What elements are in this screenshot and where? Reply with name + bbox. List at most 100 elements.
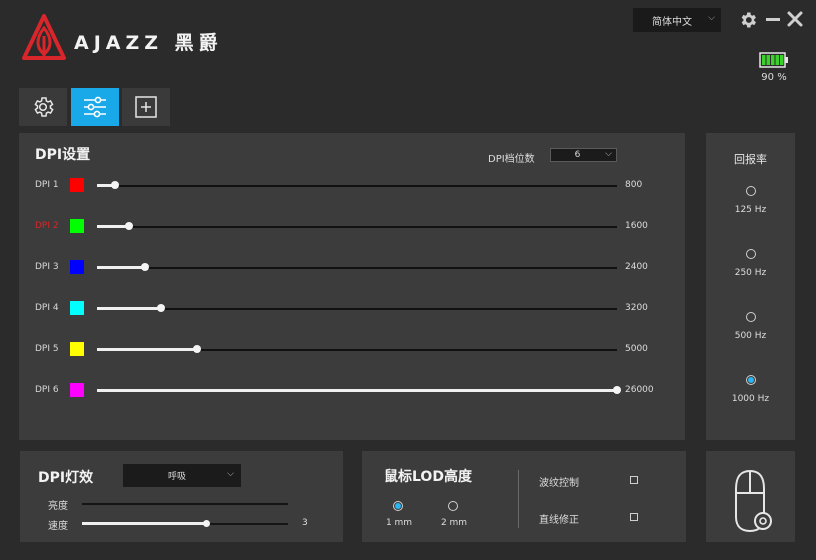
battery-cell — [766, 55, 770, 65]
dpi-levels-value: 6 — [574, 150, 581, 160]
close-icon[interactable] — [786, 10, 804, 28]
dpi-value: 3200 — [625, 303, 648, 313]
speed-value: 3 — [302, 518, 308, 528]
sliders-icon — [84, 96, 106, 118]
dpi-slider-fill — [97, 389, 617, 392]
brightness-label: 亮度 — [48, 501, 68, 512]
battery-cell — [771, 55, 775, 65]
minimize-button[interactable] — [766, 18, 780, 21]
mouse-settings-icon[interactable] — [730, 469, 774, 533]
lod-panel: 鼠标LOD高度 1 mm 2 mm 波纹控制 直线修正 — [362, 451, 686, 542]
plus-square-icon — [135, 96, 157, 118]
dpi-slider[interactable] — [97, 226, 617, 228]
dpi-label[interactable]: DPI 2 — [35, 221, 59, 231]
speed-slider-handle[interactable] — [203, 520, 210, 527]
speed-fill — [82, 522, 206, 525]
dpi-slider-handle[interactable] — [157, 304, 165, 312]
effect-mode-value: 呼吸 — [167, 472, 186, 482]
dpi-effect-title: DPI灯效 — [38, 470, 94, 486]
dpi-color-swatch[interactable] — [70, 383, 84, 397]
device-panel — [706, 451, 795, 542]
report-rate-label: 500 Hz — [734, 331, 767, 341]
report-rate-radio[interactable] — [746, 312, 756, 322]
dpi-slider-handle[interactable] — [193, 345, 201, 353]
report-rate-option-1000hz[interactable]: 1000 Hz — [706, 375, 795, 411]
language-select[interactable]: 简体中文 ⌵ — [633, 8, 721, 32]
ripple-control-checkbox[interactable] — [630, 476, 638, 484]
dpi-label[interactable]: DPI 5 — [35, 344, 59, 354]
dpi-color-swatch[interactable] — [70, 260, 84, 274]
lod-option-1mm[interactable]: 1 mm — [379, 501, 419, 531]
chevron-down-icon: ⌵ — [227, 469, 234, 479]
ajazz-logo-icon — [22, 14, 66, 60]
report-rate-label: 125 Hz — [734, 205, 767, 215]
dpi-slider-handle[interactable] — [141, 263, 149, 271]
dpi-row-4: DPI 4 3200 — [19, 299, 685, 319]
dpi-settings-panel: DPI设置 DPI档位数 6 ⌵ DPI 1 800 DPI 2 1600 DPI 3 2… — [19, 133, 685, 440]
brightness-slider[interactable] — [82, 503, 288, 505]
dpi-levels-label: DPI档位数 — [488, 154, 535, 165]
dpi-effect-panel: DPI灯效 呼吸 ⌵ 亮度 速度 3 — [20, 451, 343, 542]
dpi-slider-fill — [97, 307, 161, 310]
speed-label: 速度 — [48, 521, 68, 532]
dpi-row-6: DPI 6 26000 — [19, 381, 685, 401]
dpi-row-1: DPI 1 800 — [19, 176, 685, 196]
dpi-row-2: DPI 2 1600 — [19, 217, 685, 237]
report-rate-title: 回报率 — [734, 153, 767, 166]
lod-radio-1mm[interactable] — [393, 501, 403, 511]
report-rate-radio[interactable] — [746, 375, 756, 385]
dpi-label[interactable]: DPI 1 — [35, 180, 59, 190]
dpi-label[interactable]: DPI 4 — [35, 303, 59, 313]
tab-settings[interactable] — [19, 88, 67, 126]
report-rate-option-250hz[interactable]: 250 Hz — [706, 249, 795, 285]
dpi-row-3: DPI 3 2400 — [19, 258, 685, 278]
lod-label-2mm: 2 mm — [440, 518, 468, 528]
straight-correction-checkbox[interactable] — [630, 513, 638, 521]
report-rate-radio[interactable] — [746, 249, 756, 259]
dpi-label[interactable]: DPI 3 — [35, 262, 59, 272]
report-rate-radio[interactable] — [746, 186, 756, 196]
dpi-slider-handle[interactable] — [125, 222, 133, 230]
dpi-row-5: DPI 5 5000 — [19, 340, 685, 360]
lod-option-2mm[interactable]: 2 mm — [434, 501, 474, 531]
dpi-value: 26000 — [625, 385, 654, 395]
language-value: 简体中文 — [652, 16, 692, 28]
dpi-value: 1600 — [625, 221, 648, 231]
brand-name: AJAZZ 黑爵 — [74, 32, 223, 54]
dpi-slider[interactable] — [97, 185, 617, 187]
dpi-label[interactable]: DPI 6 — [35, 385, 59, 395]
battery-cell — [780, 55, 784, 65]
battery-icon — [759, 52, 788, 68]
dpi-slider-handle[interactable] — [111, 181, 119, 189]
gear-icon[interactable] — [738, 10, 758, 30]
report-rate-panel: 回报率 125 Hz 250 Hz 500 Hz 1000 Hz — [706, 133, 795, 440]
tab-dpi[interactable] — [71, 88, 119, 126]
effect-mode-select[interactable]: 呼吸 ⌵ — [123, 464, 241, 487]
dpi-color-swatch[interactable] — [70, 178, 84, 192]
dpi-slider[interactable] — [97, 308, 617, 310]
dpi-settings-title: DPI设置 — [35, 147, 91, 163]
gear-icon — [34, 97, 54, 117]
dpi-color-swatch[interactable] — [70, 219, 84, 233]
lod-divider — [518, 470, 519, 528]
dpi-slider[interactable] — [97, 267, 617, 269]
battery-cell — [762, 55, 766, 65]
report-rate-label: 1000 Hz — [731, 394, 770, 404]
lod-label-1mm: 1 mm — [385, 518, 413, 528]
straight-correction-label: 直线修正 — [539, 515, 579, 526]
dpi-color-swatch[interactable] — [70, 301, 84, 315]
report-rate-option-125hz[interactable]: 125 Hz — [706, 186, 795, 222]
dpi-color-swatch[interactable] — [70, 342, 84, 356]
battery-percent: 90 % — [761, 72, 787, 83]
dpi-value: 5000 — [625, 344, 648, 354]
chevron-down-icon: ⌵ — [708, 13, 715, 23]
report-rate-option-500hz[interactable]: 500 Hz — [706, 312, 795, 348]
dpi-slider-fill — [97, 348, 197, 351]
chevron-down-icon: ⌵ — [605, 149, 612, 159]
dpi-levels-select[interactable]: 6 ⌵ — [550, 148, 617, 162]
tab-macro[interactable] — [122, 88, 170, 126]
dpi-slider-handle[interactable] — [613, 386, 621, 394]
lod-title: 鼠标LOD高度 — [384, 469, 472, 485]
dpi-value: 800 — [625, 180, 643, 190]
lod-radio-2mm[interactable] — [448, 501, 458, 511]
